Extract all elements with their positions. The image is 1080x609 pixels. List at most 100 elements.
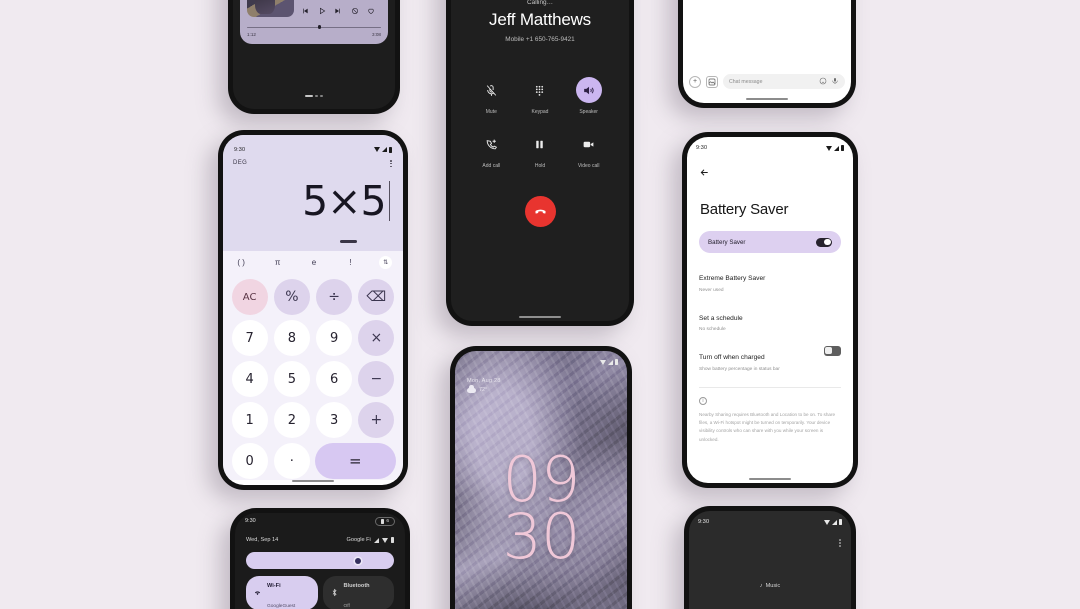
signal-icon [373, 537, 379, 543]
previous-icon[interactable] [301, 2, 309, 20]
overflow-menu-icon[interactable] [390, 160, 393, 168]
mute-icon [478, 77, 504, 103]
key-equals[interactable]: = [314, 443, 396, 479]
call-status: Calling… [527, 0, 553, 6]
call-action-speaker[interactable]: Speaker [564, 77, 613, 115]
parentheses-key[interactable]: ( ) [234, 258, 249, 267]
action-label: Mute [485, 109, 497, 115]
key-5[interactable]: 5 [273, 361, 310, 397]
battery-saver-switch[interactable] [816, 237, 832, 247]
call-actions-grid: Mute Keypad Speaker Add call Hold Video … [451, 77, 629, 169]
message-composer: + Chat message [689, 74, 845, 89]
key-backspace[interactable]: ⌫ [358, 279, 395, 315]
contact-name: Jeff Matthews [489, 10, 591, 29]
battery-saver-toggle-row[interactable]: Battery Saver [699, 231, 841, 253]
overflow-menu-icon[interactable] [839, 539, 841, 547]
sticker-icon[interactable] [819, 77, 827, 87]
battery-icon [840, 145, 844, 151]
lock-clock: 09 30 [503, 448, 581, 567]
calculator-function-row: ( ) π e ! ⇅ [223, 251, 403, 274]
end-call-button[interactable] [524, 196, 556, 227]
lock-info: Mon, Aug 28 72° [467, 378, 501, 393]
key-3[interactable]: 3 [316, 402, 353, 438]
call-action-add-call[interactable]: Add call [467, 131, 516, 169]
seek-bar[interactable] [247, 25, 381, 29]
key-decimal[interactable]: · [273, 443, 310, 479]
battery-icon [614, 359, 618, 365]
chat-input[interactable]: Chat message [723, 74, 845, 89]
call-action-mute[interactable]: Mute [467, 77, 516, 115]
battery-icon [390, 537, 394, 543]
key-7[interactable]: 7 [231, 320, 268, 356]
row-turn-off-when-charged[interactable]: Turn off when charged Show battery perce… [687, 332, 853, 372]
mic-icon[interactable] [831, 77, 839, 87]
tile-title: Bluetooth [343, 583, 370, 589]
row-extreme-battery-saver[interactable]: Extreme Battery Saver Never used [687, 253, 853, 293]
key-minus[interactable]: − [358, 361, 395, 397]
call-screen: Calling… Jeff Matthews Mobile +1 650-765… [451, 0, 629, 321]
status-time: 9:30 [698, 519, 710, 525]
key-4[interactable]: 4 [231, 361, 268, 397]
date-label: Wed, Sep 14 [246, 537, 279, 543]
call-action-video-call[interactable]: Video call [564, 131, 613, 169]
tile-title: Wi-Fi [267, 583, 281, 589]
key-9[interactable]: 9 [316, 320, 353, 356]
key-6[interactable]: 6 [316, 361, 353, 397]
key-0[interactable]: 0 [231, 443, 268, 479]
e-key[interactable]: e [306, 258, 321, 267]
factorial-key[interactable]: ! [343, 258, 358, 267]
carrier-label: Google Fi [346, 537, 371, 543]
call-action-keypad[interactable]: Keypad [516, 77, 565, 115]
gallery-icon[interactable] [706, 75, 718, 88]
media-player-screen: Pixel Buds What's Next? (R Android) McCa… [233, 0, 395, 109]
key-1[interactable]: 1 [231, 402, 268, 438]
block-icon[interactable] [351, 2, 359, 20]
battery-icon [380, 518, 384, 524]
tile-wifi[interactable]: Wi-Fi GoogleGuest [246, 576, 318, 609]
favorite-icon[interactable] [367, 2, 375, 20]
play-icon[interactable] [318, 2, 326, 20]
wifi-icon [599, 359, 606, 365]
key-8[interactable]: 8 [273, 320, 310, 356]
angle-mode-label[interactable]: DEG [233, 160, 247, 166]
signal-icon [607, 359, 613, 365]
brightness-slider[interactable] [246, 552, 394, 569]
turn-off-when-charged-switch[interactable] [824, 346, 841, 356]
status-time: 9:30 [696, 145, 708, 151]
result-underline [340, 240, 357, 243]
info-icon[interactable]: i [699, 396, 707, 405]
cloud-icon [467, 385, 476, 393]
home-indicator [746, 97, 788, 100]
key-plus[interactable]: + [358, 402, 395, 438]
pi-key[interactable]: π [270, 258, 285, 267]
home-indicator [305, 94, 323, 97]
phone-media-player: Pixel Buds What's Next? (R Android) McCa… [228, 0, 400, 114]
row-subtitle: Show battery percentage in status bar [699, 366, 780, 372]
key-ac[interactable]: AC [231, 279, 268, 315]
row-set-a-schedule[interactable]: Set a schedule No schedule [687, 293, 853, 333]
row-title: Set a schedule [699, 314, 743, 322]
battery-icon [838, 519, 842, 525]
tile-bluetooth[interactable]: Bluetooth Off [322, 576, 394, 609]
back-button[interactable] [687, 155, 853, 183]
music-label-text: Music [765, 583, 781, 589]
status-icons [825, 145, 844, 151]
album-art [247, 0, 294, 17]
status-time: 9:30 [245, 518, 256, 524]
key-multiply[interactable]: × [358, 320, 395, 356]
call-action-hold[interactable]: Hold [516, 131, 565, 169]
key-2[interactable]: 2 [273, 402, 310, 438]
status-bar [455, 355, 627, 369]
home-indicator [519, 315, 561, 318]
battery-badge[interactable]: 6 [374, 516, 395, 526]
lock-weather[interactable]: 72° [467, 385, 501, 393]
key-percent[interactable]: % [273, 279, 310, 315]
key-divide[interactable]: ÷ [316, 279, 353, 315]
media-player-card[interactable]: Pixel Buds What's Next? (R Android) McCa… [240, 0, 388, 44]
next-icon[interactable] [334, 2, 342, 20]
add-icon[interactable]: + [689, 75, 701, 88]
status-icons [823, 519, 842, 525]
expand-chevron-icon[interactable]: ⇅ [379, 256, 393, 269]
divider [699, 386, 841, 388]
home-indicator [749, 477, 791, 480]
